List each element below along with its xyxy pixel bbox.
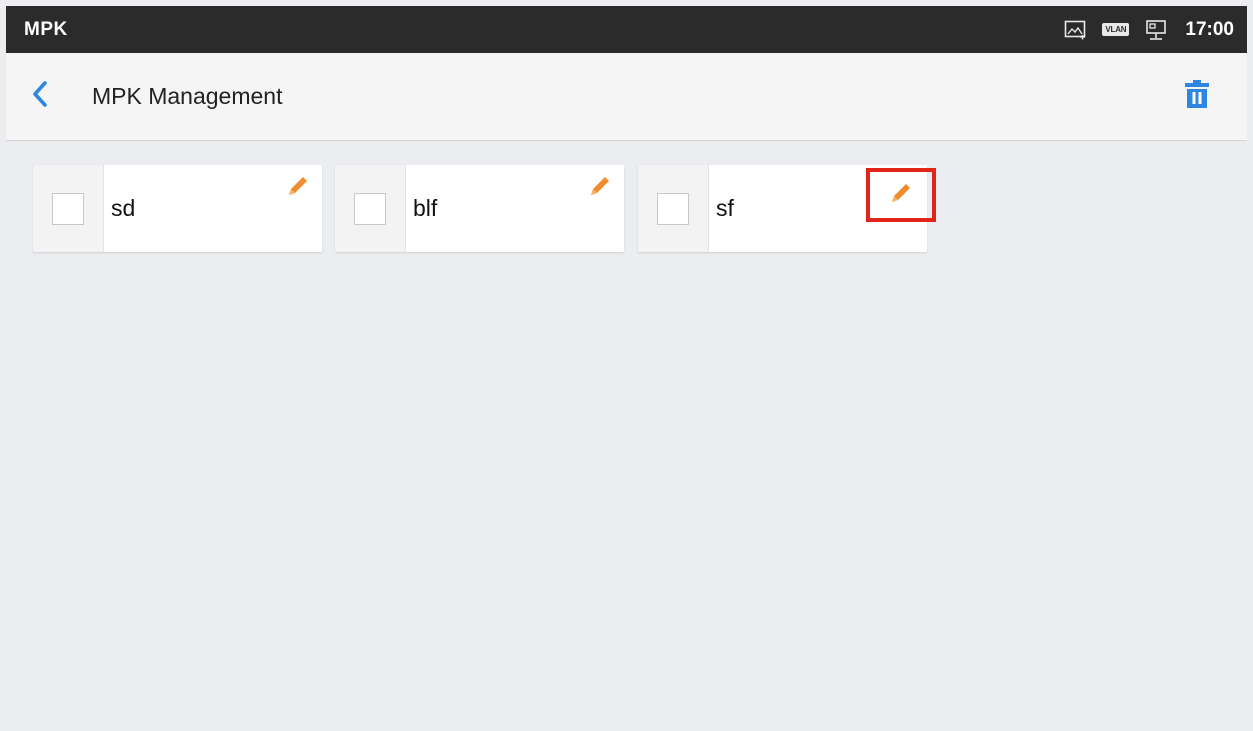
back-button[interactable]: [30, 69, 86, 125]
pencil-icon: [589, 175, 611, 202]
delete-button[interactable]: [1177, 77, 1217, 117]
mpk-item-card[interactable]: blf: [335, 165, 624, 252]
mpk-list: sd blf sf: [6, 141, 1247, 731]
status-app-name: MPK: [24, 18, 68, 40]
screenshot-icon: [1064, 20, 1086, 40]
mpk-item-checkbox[interactable]: [657, 192, 689, 225]
page-title: MPK Management: [92, 83, 283, 109]
status-icons: VLAN 17:00: [1064, 19, 1234, 41]
edit-button[interactable]: [282, 172, 314, 204]
mpk-item-checkbox-area[interactable]: [33, 165, 104, 252]
ethernet-icon: [1145, 19, 1167, 41]
status-time: 17:00: [1185, 18, 1234, 40]
mpk-item-checkbox[interactable]: [52, 192, 84, 225]
mpk-item-checkbox-area[interactable]: [638, 165, 709, 252]
vlan-icon: VLAN: [1102, 23, 1130, 36]
mpk-item-card[interactable]: sd: [33, 165, 322, 252]
status-bar: MPK VLAN 17:00: [6, 6, 1247, 53]
app-bar: MPK Management: [6, 53, 1247, 141]
mpk-item-checkbox-area[interactable]: [335, 165, 406, 252]
edit-button[interactable]: [584, 172, 616, 204]
chevron-left-icon: [30, 80, 50, 113]
edit-button-highlighted[interactable]: [866, 168, 936, 222]
mpk-item-checkbox[interactable]: [354, 192, 386, 225]
mpk-item-card[interactable]: sf: [638, 165, 936, 252]
pencil-icon: [287, 175, 309, 202]
pencil-icon: [890, 182, 912, 209]
trash-icon: [1184, 79, 1210, 114]
